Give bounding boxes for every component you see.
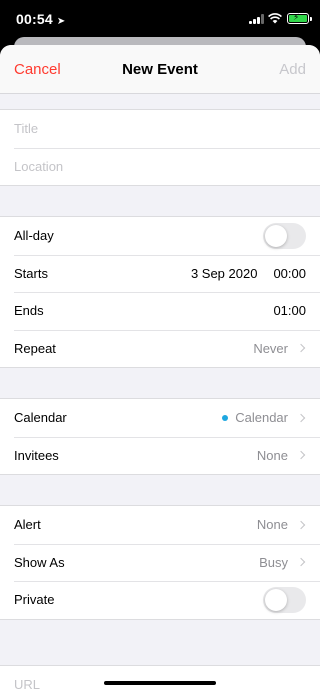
alert-label: Alert — [14, 517, 41, 533]
alert-row[interactable]: Alert None — [0, 506, 320, 544]
invitees-row[interactable]: Invitees None — [0, 436, 320, 475]
title-field[interactable]: Title — [0, 110, 320, 148]
new-event-sheet: Cancel New Event Add Title Location All-… — [0, 45, 320, 692]
repeat-value: Never — [253, 340, 288, 356]
ends-row[interactable]: Ends 01:00 — [0, 292, 320, 330]
calendar-color-dot — [222, 414, 229, 421]
chevron-right-icon — [296, 451, 306, 460]
repeat-label: Repeat — [14, 340, 56, 356]
starts-row[interactable]: Starts 3 Sep 2020 00:00 — [0, 254, 320, 293]
toggle-knob — [265, 588, 287, 611]
alert-value: None — [256, 517, 288, 533]
wifi-icon — [268, 13, 282, 24]
url-placeholder: URL — [14, 676, 41, 692]
starts-label: Starts — [14, 265, 48, 281]
all-day-row: All-day — [0, 217, 320, 255]
invitees-label: Invitees — [14, 447, 59, 463]
charging-bolt-icon: ⚡ — [293, 12, 300, 22]
all-day-label: All-day — [14, 228, 54, 244]
status-time: 00:54 ➤ — [16, 11, 65, 27]
invitees-value: None — [256, 447, 288, 463]
private-toggle[interactable] — [263, 586, 306, 613]
alert-value-wrap: None — [257, 517, 306, 532]
status-bar: 00:54 ➤ ⚡ — [0, 0, 320, 38]
calendar-row[interactable]: Calendar Calendar — [0, 399, 320, 437]
time-group: All-day Starts 3 Sep 2020 00:00 Ends 01:… — [0, 216, 320, 368]
location-placeholder: Location — [14, 158, 64, 174]
starts-date[interactable]: 3 Sep 2020 — [191, 266, 258, 281]
home-indicator — [104, 681, 216, 685]
starts-time[interactable]: 00:00 — [273, 266, 306, 281]
chevron-right-icon — [296, 344, 306, 353]
chevron-right-icon — [296, 558, 306, 567]
calendar-value: Calendar — [235, 410, 288, 426]
ends-label: Ends — [14, 303, 44, 319]
calendar-value-wrap: Calendar — [222, 410, 306, 425]
show-as-value-wrap: Busy — [259, 555, 306, 570]
url-field[interactable]: URL — [0, 666, 320, 692]
toggle-knob — [265, 224, 287, 247]
navigation-bar: Cancel New Event Add — [0, 45, 320, 94]
cellular-signal-icon — [249, 14, 265, 24]
url-group: URL — [0, 664, 320, 692]
chevron-right-icon — [296, 520, 306, 529]
private-label: Private — [14, 592, 55, 608]
chevron-right-icon — [296, 413, 306, 422]
private-row: Private — [0, 581, 320, 619]
show-as-value: Busy — [259, 554, 288, 570]
page-title: New Event — [122, 61, 198, 78]
show-as-row[interactable]: Show As Busy — [0, 543, 320, 582]
battery-icon: ⚡ — [287, 12, 312, 24]
show-as-label: Show As — [14, 554, 65, 570]
add-button[interactable]: Add — [279, 61, 306, 78]
clock-text: 00:54 — [16, 11, 53, 27]
location-arrow-icon: ➤ — [56, 16, 66, 27]
title-location-group: Title Location — [0, 109, 320, 186]
ends-time[interactable]: 01:00 — [273, 303, 306, 318]
calendar-group: Calendar Calendar Invitees None — [0, 398, 320, 475]
options-group: Alert None Show As Busy Private — [0, 505, 320, 620]
calendar-label: Calendar — [14, 410, 67, 426]
repeat-value-wrap: Never — [253, 341, 306, 356]
invitees-value-wrap: None — [257, 448, 306, 463]
location-field[interactable]: Location — [0, 147, 320, 186]
all-day-toggle[interactable] — [263, 222, 306, 249]
repeat-row[interactable]: Repeat Never — [0, 329, 320, 368]
title-placeholder: Title — [14, 121, 39, 137]
